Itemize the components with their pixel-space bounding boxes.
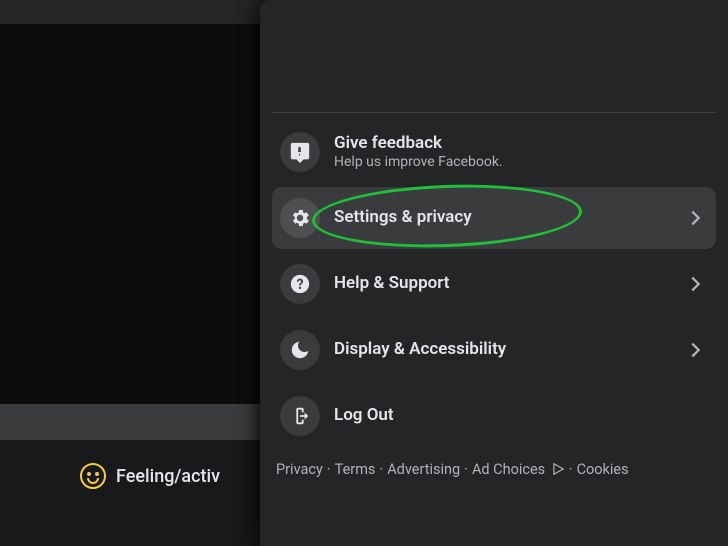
menu-item-label: Display & Accessibility <box>334 339 506 360</box>
feedback-icon <box>280 132 320 172</box>
menu-item-text: Display & Accessibility <box>334 339 506 360</box>
menu-item-text: Give feedback Help us improve Facebook. <box>334 133 503 171</box>
menu-item-label: Log Out <box>334 405 394 426</box>
smiley-icon <box>80 463 106 489</box>
divider <box>272 112 716 113</box>
footer-links: Privacy·Terms·Advertising·Ad Choices ·Co… <box>272 459 716 483</box>
footer-link-cookies[interactable]: Cookies <box>577 461 629 478</box>
menu-item-logout[interactable]: Log Out <box>272 385 716 447</box>
chevron-right-icon <box>682 205 708 231</box>
menu-item-display-accessibility[interactable]: Display & Accessibility <box>272 319 716 381</box>
footer-link-privacy[interactable]: Privacy <box>276 461 323 478</box>
menu-item-settings-privacy[interactable]: Settings & privacy <box>272 187 716 249</box>
dropdown-spacer <box>272 10 716 112</box>
menu-item-label: Help & Support <box>334 273 450 294</box>
feeling-activity-label: Feeling/activ <box>116 466 220 487</box>
chevron-right-icon <box>682 337 708 363</box>
menu-item-help-support[interactable]: Help & Support <box>272 253 716 315</box>
menu-item-label: Settings & privacy <box>334 207 472 228</box>
moon-icon <box>280 330 320 370</box>
footer-link-ad-choices[interactable]: Ad Choices <box>472 461 545 478</box>
footer-link-advertising[interactable]: Advertising <box>387 461 460 478</box>
menu-item-text: Settings & privacy <box>334 207 472 228</box>
question-icon <box>280 264 320 304</box>
menu-item-text: Log Out <box>334 405 394 426</box>
logout-icon <box>280 396 320 436</box>
ad-choices-icon <box>551 461 565 483</box>
menu-item-label: Give feedback <box>334 133 503 154</box>
gear-icon <box>280 198 320 238</box>
menu-item-sub: Help us improve Facebook. <box>334 154 503 171</box>
feeling-activity-button[interactable]: Feeling/activ <box>0 456 260 496</box>
menu-item-feedback[interactable]: Give feedback Help us improve Facebook. <box>272 121 716 183</box>
chevron-right-icon <box>682 271 708 297</box>
menu-item-text: Help & Support <box>334 273 450 294</box>
footer-link-terms[interactable]: Terms <box>335 461 376 478</box>
account-dropdown-panel: Give feedback Help us improve Facebook. … <box>260 0 728 546</box>
